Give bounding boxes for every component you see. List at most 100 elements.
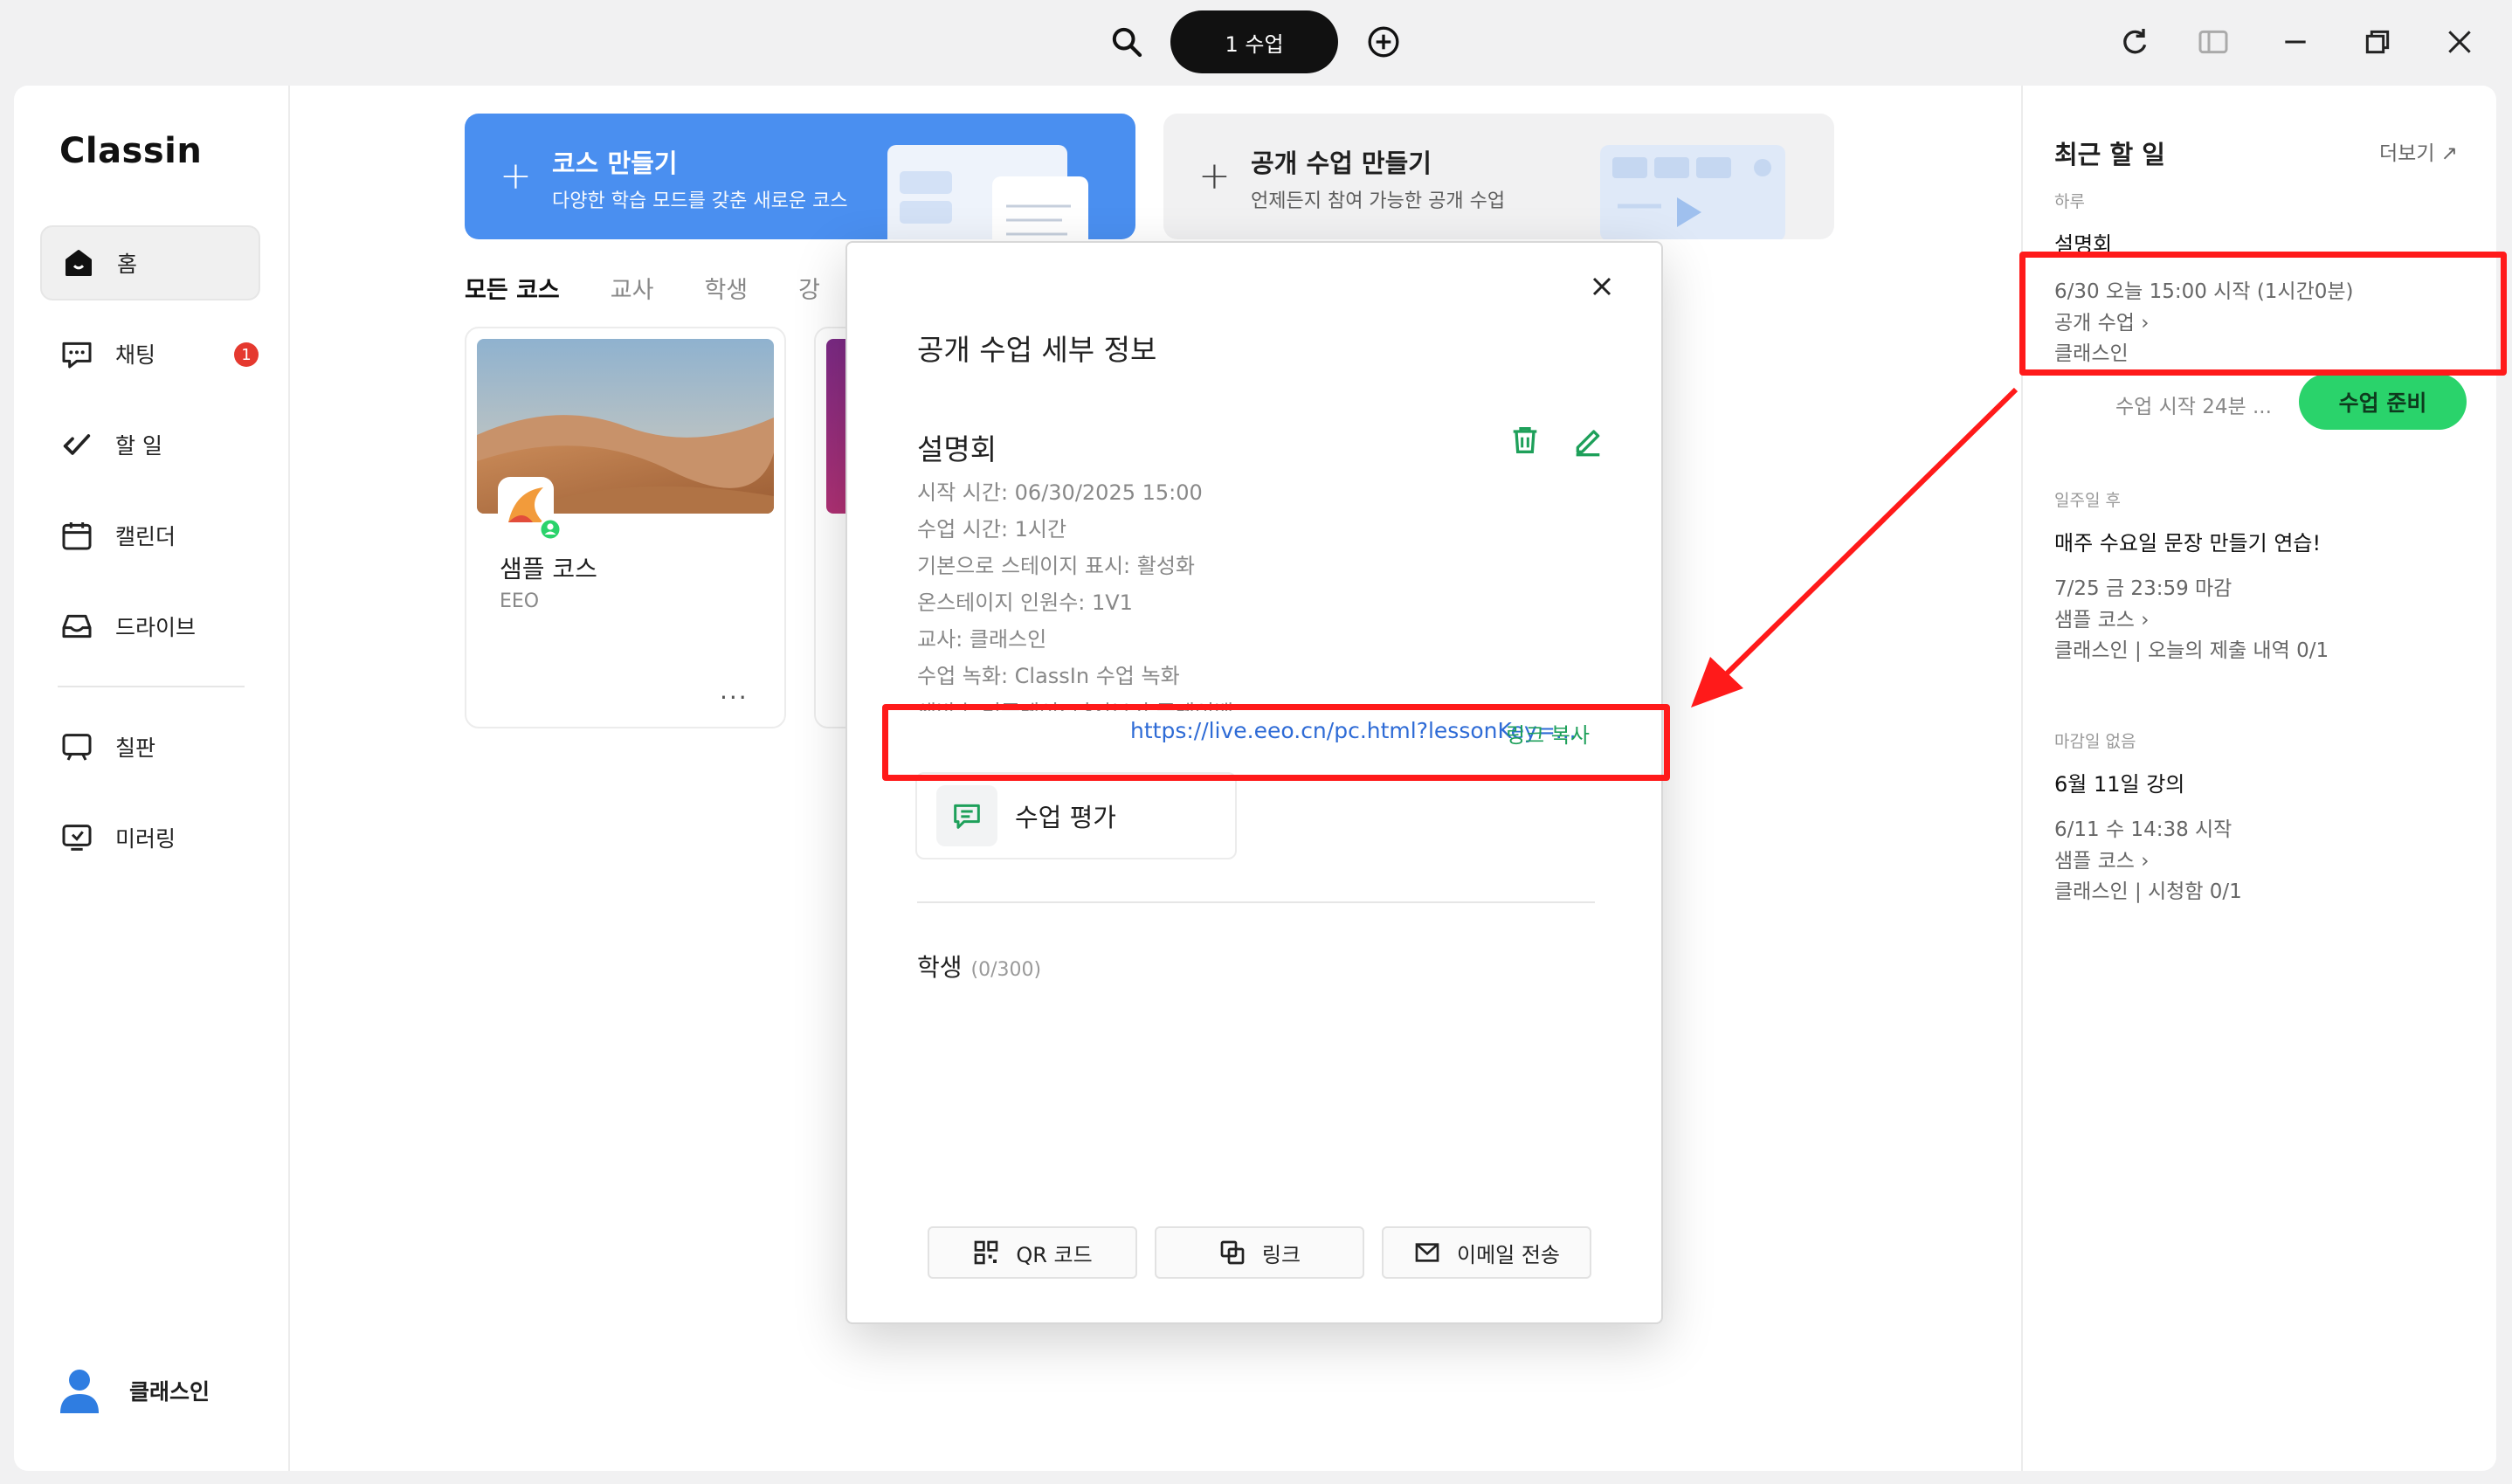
sidebar-item-label: 할 일 [115,433,162,459]
drive-icon [62,614,92,638]
section-label: 하루 [2054,192,2085,211]
detail-duration: 수업 시간: 1시간 [917,517,1067,542]
annotation-box-link [882,704,1670,781]
qr-code-icon [974,1240,998,1265]
unread-badge: 1 [234,342,259,367]
todo-line: 클래스인 | 시청함 0/1 [2054,880,2242,903]
annotation-box-todo [2019,252,2507,376]
sidebar-item-label: 미러링 [115,826,176,852]
more-options-icon[interactable]: ... [720,676,749,705]
todo-list-illustration [887,145,1088,239]
course-icon [498,477,561,540]
todo-course-link[interactable]: 샘플 코스 › [2054,844,2149,873]
copy-link-icon [1220,1240,1245,1265]
minimize-icon[interactable] [2278,24,2313,59]
add-circle-icon[interactable] [1366,24,1401,59]
plus-icon: + [500,154,532,198]
calendar-icon [62,522,92,550]
todo-course-link[interactable]: 샘플 코스 › [2054,603,2149,632]
evaluation-icon [936,785,997,846]
user-name: 클래스인 [129,1379,210,1405]
more-label: 더보기 [2379,142,2435,165]
detail-stage: 기본으로 스테이지 표시: 활성화 [917,554,1196,578]
banner-title: 공개 수업 만들기 [1251,148,1432,178]
tab-teacher[interactable]: 교사 [611,271,654,305]
trash-icon[interactable] [1508,423,1542,458]
email-icon [1415,1243,1439,1262]
todo-line: 클래스인 | 오늘의 제출 내역 0/1 [2054,639,2329,662]
home-icon [66,250,93,276]
students-header: 학생 (0/300) [917,949,1041,984]
section-label: 마감일 없음 [2054,732,2136,751]
refresh-icon[interactable] [2117,24,2152,59]
todo-line: 7/25 금 23:59 마감 [2054,577,2233,600]
open-class-details-dialog: 공개 수업 세부 정보 설명회 시작 시간: 06/30/2025 15:00 … [845,241,1663,1324]
class-count-pill[interactable]: 1 수업 [1170,10,1338,73]
course-tabs: 모든 코스 교사 학생 강 [465,271,871,305]
blackboard-icon [62,734,92,761]
sidebar-item-mirroring[interactable]: 미러링 [40,800,260,875]
app-logo: Classin [59,131,203,171]
edit-icon[interactable] [1570,423,1605,458]
search-icon[interactable] [1109,24,1144,59]
button-label: 이메일 전송 [1456,1242,1561,1267]
sidebar-item-todo[interactable]: 할 일 [40,407,260,482]
panel-title: 최근 할 일 [2054,140,2165,169]
sidebar: Classin 홈 채팅 1 할 일 캘린더 드라이브 칠판 미러링 클래스인 [14,86,290,1471]
students-label: 학생 [917,953,963,982]
sidebar-item-label: 홈 [117,252,138,277]
students-count: (0/300) [970,959,1042,981]
more-link[interactable]: 더보기 ↗ [2379,136,2458,166]
tab-student[interactable]: 학생 [704,271,748,305]
sidebar-item-home[interactable]: 홈 [40,225,260,300]
sidebar-divider [58,686,245,687]
todo-icon [63,434,91,455]
current-user[interactable]: 클래스인 [58,1366,210,1415]
sidebar-item-calendar[interactable]: 캘린더 [40,498,260,573]
create-course-banner[interactable]: + 코스 만들기 다양한 학습 모드를 갖춘 새로운 코스 [465,114,1135,239]
course-org: EEO [500,590,540,612]
sidebar-item-label: 캘린더 [115,524,176,549]
detail-recording: 수업 녹화: ClassIn 수업 녹화 [917,664,1180,688]
sidebar-item-chat[interactable]: 채팅 1 [40,316,260,391]
todo-line: 6/11 수 14:38 시작 [2054,818,2233,841]
chat-icon [62,342,92,369]
tab-all-courses[interactable]: 모든 코스 [465,271,560,305]
tab-other[interactable]: 강 [798,271,820,305]
detail-teacher: 교사: 클래스인 [917,627,1047,652]
button-label: 링크 [1261,1242,1301,1267]
close-icon[interactable] [1586,271,1618,302]
mirroring-icon [62,825,92,851]
send-email-button[interactable]: 이메일 전송 [1382,1226,1591,1279]
sidebar-item-label: 칠판 [115,735,156,761]
todo-title[interactable]: 6월 11일 강의 [2054,767,2184,797]
video-illustration [1600,145,1785,239]
banner-subtitle: 언제든지 참여 가능한 공개 수업 [1251,190,1506,212]
external-arrow-icon: ↗ [2440,142,2459,165]
sidebar-item-drive[interactable]: 드라이브 [40,589,260,664]
class-evaluation-button[interactable]: 수업 평가 [915,772,1237,859]
link-button[interactable]: 링크 [1155,1226,1364,1279]
lesson-name: 설명회 [917,432,997,466]
course-card[interactable]: 샘플 코스 EEO ... [465,327,786,728]
detail-start-time: 시작 시간: 06/30/2025 15:00 [917,480,1203,505]
starts-in-text: 수업 시작 24분 ... [2115,396,2272,418]
restore-icon[interactable] [2360,24,2395,59]
course-title: 샘플 코스 [500,555,597,583]
plus-icon: + [1198,154,1231,198]
banner-title: 코스 만들기 [552,148,678,178]
avatar-icon [60,1370,99,1413]
banner-subtitle: 다양한 학습 모드를 갖춘 새로운 코스 [552,190,848,212]
detail-onstage-count: 온스테이지 인원수: 1V1 [917,590,1133,615]
close-icon[interactable] [2442,24,2477,59]
section-label: 일주일 후 [2054,491,2121,510]
create-open-class-banner[interactable]: + 공개 수업 만들기 언제든지 참여 가능한 공개 수업 [1163,114,1834,239]
sidebar-item-blackboard[interactable]: 칠판 [40,709,260,784]
prepare-class-button[interactable]: 수업 준비 [2299,374,2467,430]
dialog-title: 공개 수업 세부 정보 [917,333,1157,367]
sidebar-toggle-icon[interactable] [2196,24,2231,59]
button-label: QR 코드 [1016,1242,1093,1267]
todo-title[interactable]: 매주 수요일 문장 만들기 연습! [2054,526,2321,556]
qr-code-button[interactable]: QR 코드 [928,1226,1137,1279]
evaluation-label: 수업 평가 [1015,803,1116,832]
